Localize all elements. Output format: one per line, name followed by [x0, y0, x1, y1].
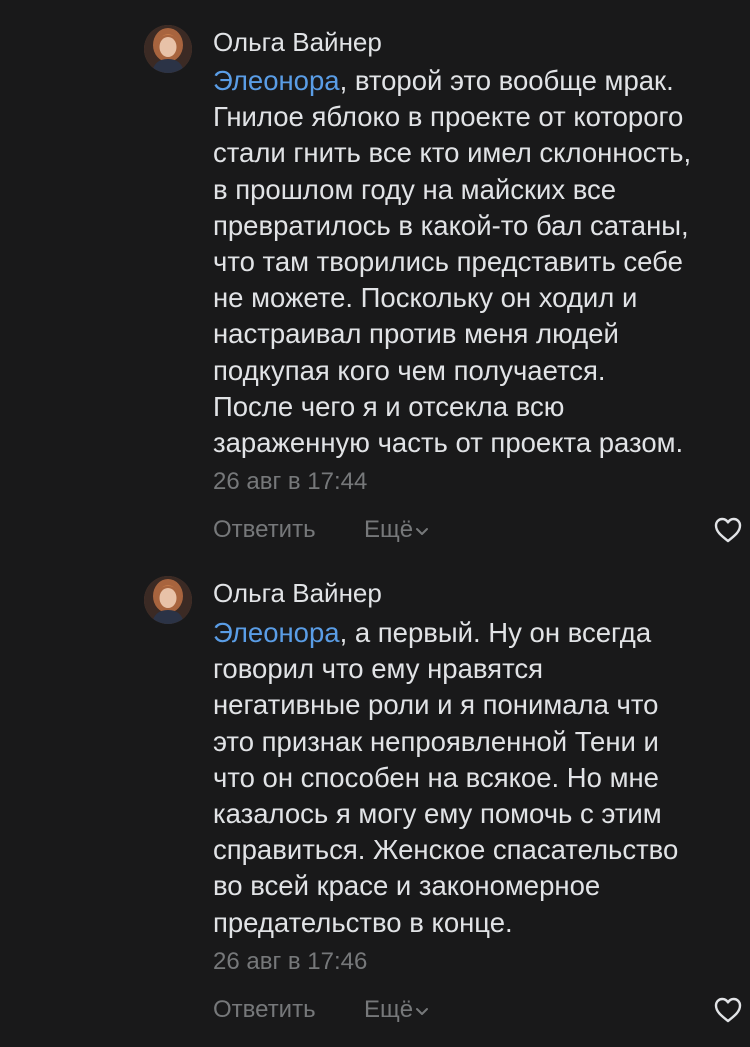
more-label: Ещё [364, 516, 414, 543]
mention-link[interactable]: Элеонора [213, 65, 340, 96]
comment-text: Элеонора, второй это вообще мрак. Гнилое… [213, 65, 692, 459]
comment-timestamp: 26 авг в 17:44 [213, 468, 368, 495]
comment-author[interactable]: Ольга Вайнер [213, 577, 382, 609]
avatar[interactable] [144, 576, 192, 624]
mention-link[interactable]: Элеонора [213, 617, 340, 648]
heart-outline-icon[interactable] [713, 515, 743, 545]
more-label: Ещё [364, 996, 414, 1023]
comment-timestamp: 26 авг в 17:46 [213, 948, 368, 975]
heart-outline-icon[interactable] [713, 995, 743, 1025]
comment-actions: Ответить Ещё [213, 513, 742, 547]
comment-author[interactable]: Ольга Вайнер [213, 26, 382, 58]
chevron-down-icon [416, 1007, 429, 1015]
more-button[interactable]: Ещё [364, 513, 429, 547]
avatar[interactable] [144, 25, 192, 73]
chevron-down-icon [416, 527, 429, 535]
reply-button[interactable]: Ответить [213, 513, 316, 547]
reply-button[interactable]: Ответить [213, 993, 316, 1027]
more-button[interactable]: Ещё [364, 993, 429, 1027]
comment-text: Элеонора, а первый. Ну он всегда говорил… [213, 617, 679, 938]
comment-actions: Ответить Ещё [213, 993, 742, 1027]
